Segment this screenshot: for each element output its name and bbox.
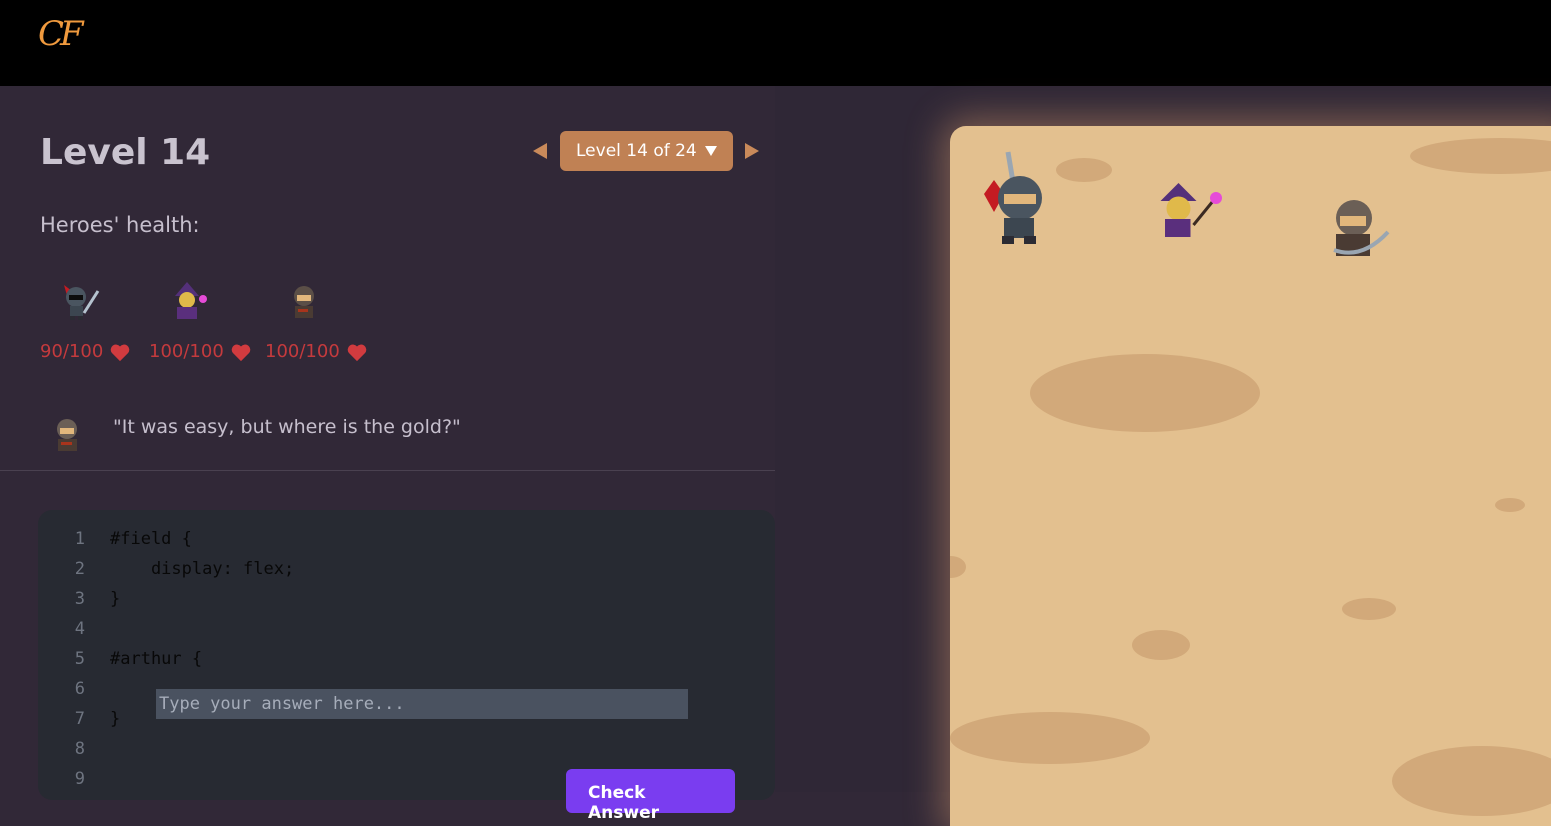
hero-rogue: 100/100 [265, 279, 381, 362]
line-text: #field { [110, 529, 192, 549]
line-number: 4 [74, 619, 85, 639]
heart-icon [231, 344, 251, 361]
sand-patch [950, 712, 1150, 764]
line-text: } [110, 709, 121, 729]
knight-sprite-icon [984, 151, 1042, 244]
logo[interactable]: CF [38, 14, 84, 54]
heart-icon [111, 344, 130, 361]
level-selector-label: Level 14 of 24 [576, 141, 697, 161]
code-line: 2 display: flex; [38, 554, 294, 584]
line-number: 2 [74, 559, 85, 579]
heart-icon [347, 344, 367, 361]
sand-patch [1132, 630, 1190, 660]
next-level-arrow-icon[interactable] [744, 143, 759, 159]
line-number: 1 [74, 529, 85, 549]
knight-icon [64, 285, 100, 320]
rogue-sprite-icon [1333, 200, 1390, 256]
hero-knight: 90/100 [40, 279, 149, 362]
top-bar: CF [0, 0, 1551, 86]
line-number: 3 [74, 589, 85, 609]
code-line: 5 #arthur { [38, 644, 202, 674]
sand-patch [1030, 354, 1260, 432]
divider [0, 470, 775, 471]
line-text: #arthur { [110, 649, 203, 669]
code-line: 8 [38, 734, 110, 764]
hero-rogue-hp: 100/100 [265, 341, 340, 362]
sand-patch [1410, 138, 1551, 174]
hero-quote: "It was easy, but where is the gold?" [50, 415, 461, 455]
line-number: 9 [74, 769, 85, 789]
check-answer-button[interactable]: Check Answer [566, 769, 735, 823]
sand-patch [1056, 158, 1112, 182]
rogue-avatar-icon [57, 419, 77, 451]
caret-down-icon [704, 146, 717, 156]
line-text: display: flex; [110, 559, 295, 579]
sand-patch [1342, 598, 1396, 620]
sand-patch [1495, 498, 1525, 512]
heroes-health-label: Heroes' health: [40, 213, 200, 237]
code-line: 6 [38, 674, 110, 704]
code-editor: 1 #field { 2 display: flex; 3} 4 5 #arthur… [38, 510, 775, 823]
previous-level-arrow-icon[interactable] [533, 143, 547, 159]
sand-patch [950, 556, 966, 578]
hero-knight-hp: 90/100 [40, 341, 104, 362]
rogue-icon [294, 286, 314, 318]
wizard-sprite-icon [1160, 183, 1222, 237]
code-line: 1 #field { [38, 524, 192, 554]
code-line: 3} [38, 584, 121, 614]
wizard-icon [175, 282, 207, 319]
code-line: 4 [38, 614, 110, 644]
level-navigation: Level 14 of 24 [533, 131, 759, 171]
hero-wizard: 100/100 [149, 279, 265, 362]
code-line: 9 [38, 764, 110, 794]
line-number: 8 [74, 739, 85, 759]
level-selector[interactable]: Level 14 of 24 [560, 131, 733, 171]
hero-wizard-hp: 100/100 [149, 341, 224, 362]
level-title: Level 14 [40, 132, 211, 173]
heroes-health-list: 90/100 100/100 100/100 [40, 279, 381, 362]
sand-patch [1392, 746, 1551, 816]
line-number: 5 [74, 649, 85, 669]
line-number: 7 [74, 709, 85, 729]
quote-text: "It was easy, but where is the gold?" [113, 416, 461, 438]
line-text: } [110, 589, 121, 609]
game-field [950, 126, 1551, 826]
line-number: 6 [74, 679, 85, 699]
code-line: 7} [38, 704, 121, 734]
answer-input[interactable] [156, 689, 688, 719]
left-panel: Level 14 Level 14 of 24 Heroes' health: … [0, 86, 775, 823]
